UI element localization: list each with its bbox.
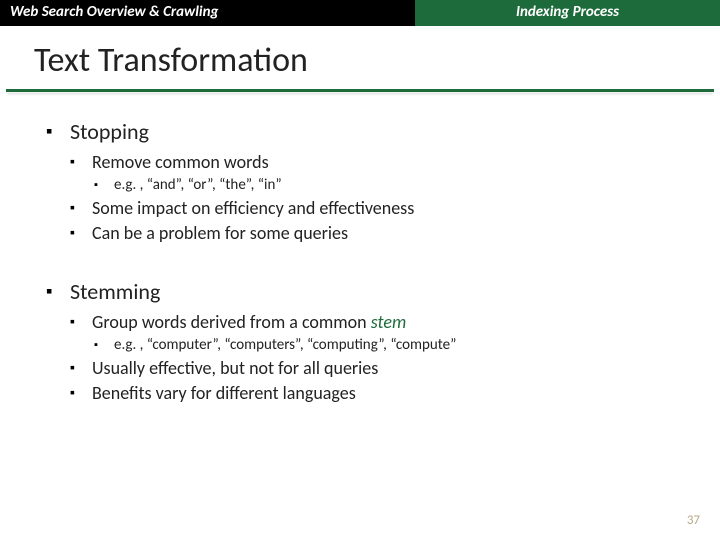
section-stopping: Stopping Remove common words e.g. , “and… [46,118,680,244]
section-stemming: Stemming Group words derived from a comm… [46,278,680,404]
list-item: Benefits vary for different languages [70,382,680,405]
slide-header: Web Search Overview & Crawling Indexing … [0,0,720,26]
section-heading: Stemming [70,278,160,305]
header-right: Indexing Process [415,0,720,26]
slide-content: Stopping Remove common words e.g. , “and… [0,92,720,404]
list-item: Remove common words e.g. , “and”, “or”, … [70,151,680,195]
list-item: Usually effective, but not for all queri… [70,357,680,380]
stem-word: stem [371,311,406,333]
header-left: Web Search Overview & Crawling [0,0,415,26]
list-item: e.g. , “computer”, “computers”, “computi… [92,336,680,356]
list-item: Can be a problem for some queries [70,222,680,245]
section-heading: Stopping [70,118,149,145]
list-item: Some impact on efficiency and effectiven… [70,197,680,220]
slide-title: Text Transformation [0,26,720,89]
list-item: e.g. , “and”, “or”, “the”, “in” [92,176,680,196]
page-number: 37 [687,513,700,528]
list-item: Group words derived from a common stem e… [70,311,680,355]
